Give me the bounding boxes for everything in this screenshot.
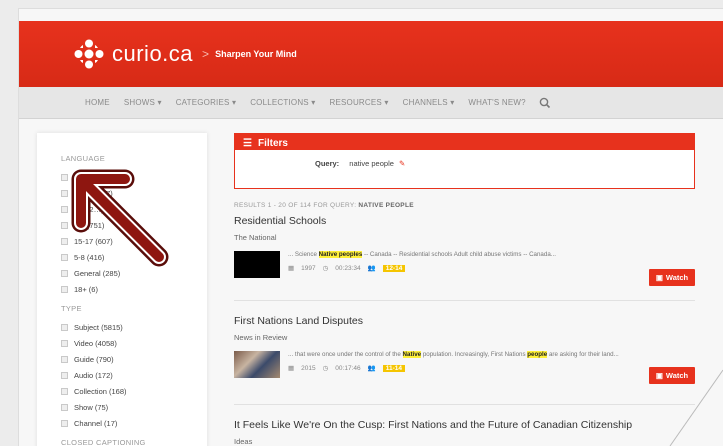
results-summary-query: NATIVE PEOPLE [358, 202, 414, 209]
filter-option[interactable]: Video (4058) [61, 335, 207, 351]
checkbox[interactable] [61, 269, 68, 277]
nav-categories[interactable]: CATEGORIES ▾ [176, 98, 237, 107]
clock-icon: ◷ [322, 265, 329, 272]
film-icon: ▣ [655, 273, 663, 282]
logo-separator: > [202, 47, 210, 61]
search-icon[interactable] [538, 96, 552, 110]
pointer-arrow-annotation [71, 169, 169, 267]
age-badge: 11-14 [382, 364, 405, 372]
checkbox[interactable] [61, 419, 68, 427]
nav-shows[interactable]: SHOWS ▾ [124, 98, 162, 107]
filter-option[interactable]: Channel (17) [61, 415, 207, 431]
filters-box: ☰ Filters Query: native people ✎ [234, 133, 695, 189]
result-thumbnail[interactable] [234, 251, 280, 278]
nav-collections[interactable]: COLLECTIONS ▾ [250, 98, 315, 107]
nav-home[interactable]: HOME [85, 98, 110, 107]
clock-icon: ◷ [322, 365, 329, 372]
result-title[interactable]: Residential Schools [234, 215, 695, 227]
audience-icon: 👥 [367, 365, 376, 372]
checkbox[interactable] [61, 285, 68, 293]
checkbox[interactable] [61, 403, 68, 411]
filter-option-label: Channel (17) [74, 418, 118, 428]
calendar-icon: ▦ [288, 365, 295, 372]
result-thumbnail[interactable] [234, 351, 280, 378]
cbc-gem-icon [74, 39, 104, 69]
filter-option-label: Subject (5815) [74, 322, 123, 332]
checkbox[interactable] [61, 339, 68, 347]
nav-channels[interactable]: CHANNELS ▾ [403, 98, 455, 107]
main-nav: HOME SHOWS ▾ CATEGORIES ▾ COLLECTIONS ▾ … [19, 87, 723, 119]
filters-title: Filters [257, 137, 288, 149]
checkbox[interactable] [61, 323, 68, 331]
result-meta: ▦ 1997 ◷ 00:23:34 👥 12-14 [288, 264, 695, 272]
nav-whats-new[interactable]: WHAT'S NEW? [468, 98, 525, 107]
tagline: Sharpen Your Mind [215, 49, 297, 59]
result-duration: 00:17:46 [335, 364, 361, 372]
closed-captioning-heading: CLOSED CAPTIONING [61, 438, 146, 446]
result-duration: 00:23:34 [335, 264, 361, 272]
filters-header: ☰ Filters [235, 134, 694, 150]
filter-option[interactable]: Guide (790) [61, 351, 207, 367]
query-value: native people [349, 159, 394, 168]
page-curl-line [669, 369, 723, 446]
audience-icon: 👥 [367, 265, 376, 272]
site-logo[interactable]: curio.ca > Sharpen Your Mind [74, 39, 297, 69]
result-item: Residential Schools The National ... Sci… [234, 215, 695, 286]
filter-option[interactable]: Collection (168) [61, 383, 207, 399]
results-summary: RESULTS 1 - 20 OF 114 FOR QUERY: NATIVE … [234, 202, 695, 209]
query-row: Query: native people ✎ [235, 150, 694, 168]
logo-wordmark: curio.ca [112, 41, 194, 66]
edit-pencil-icon[interactable]: ✎ [399, 159, 405, 168]
site-header: curio.ca > Sharpen Your Mind [19, 21, 723, 87]
checkbox[interactable] [61, 355, 68, 363]
checkbox[interactable] [61, 371, 68, 379]
calendar-icon: ▦ [288, 265, 295, 272]
filter-option[interactable]: 18+ (6) [61, 281, 207, 297]
results-summary-prefix: RESULTS 1 - 20 OF 114 FOR QUERY: [234, 202, 357, 209]
filter-option-label: 18+ (6) [74, 284, 98, 294]
result-snippet: ... Science Native peoples -- Canada -- … [288, 251, 556, 258]
filter-option[interactable]: Subject (5815) [61, 319, 207, 335]
result-divider [234, 300, 695, 301]
filter-option-label: Show (75) [74, 402, 109, 412]
result-snippet: ... that were once under the control of … [288, 351, 619, 358]
query-label: Query: [315, 159, 340, 168]
filter-option-label: Collection (168) [74, 386, 127, 396]
filter-option-label: Audio (172) [74, 370, 113, 380]
filter-list-icon: ☰ [243, 137, 252, 149]
filter-option-label: Video (4058) [74, 338, 117, 348]
nav-resources[interactable]: RESOURCES ▾ [329, 98, 388, 107]
filter-option[interactable]: Show (75) [61, 399, 207, 415]
filter-option[interactable]: Audio (172) [61, 367, 207, 383]
result-show[interactable]: News in Review [234, 333, 695, 342]
filter-option-label: General (285) [74, 268, 121, 278]
result-title[interactable]: First Nations Land Disputes [234, 315, 695, 327]
age-badge: 12-14 [382, 264, 406, 272]
checkbox[interactable] [61, 387, 68, 395]
result-show[interactable]: The National [234, 233, 695, 242]
watch-button[interactable]: ▣ Watch [649, 269, 695, 286]
type-heading: TYPE [61, 304, 82, 313]
filter-option-label: Guide (790) [74, 354, 114, 364]
result-year: 1997 [301, 264, 316, 272]
result-year: 2015 [301, 364, 316, 372]
